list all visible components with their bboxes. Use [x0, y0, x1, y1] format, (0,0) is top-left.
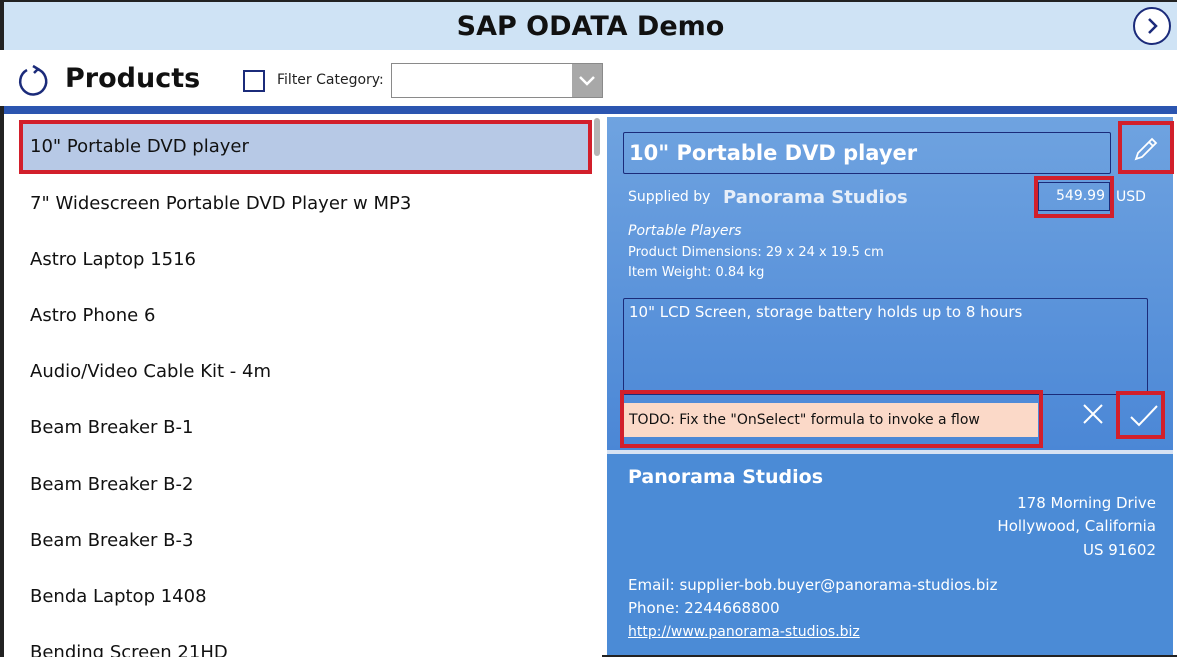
- chevron-right-icon: [1148, 18, 1158, 34]
- supplier-address-line1: 178 Morning Drive: [1017, 494, 1156, 512]
- list-item[interactable]: Astro Phone 6: [20, 291, 590, 341]
- refresh-icon[interactable]: [16, 64, 50, 98]
- chevron-down-icon: [579, 75, 595, 86]
- price-field[interactable]: 549.99: [1038, 182, 1110, 211]
- product-detail-panel: 10" Portable DVD player Supplied by Pano…: [607, 117, 1173, 450]
- list-item[interactable]: Beam Breaker B-3: [20, 516, 590, 566]
- edit-button[interactable]: [1120, 123, 1172, 174]
- supplier-name: Panorama Studios: [723, 187, 908, 208]
- list-item[interactable]: Astro Laptop 1516: [20, 235, 590, 285]
- app-title: SAP ODATA Demo: [456, 11, 725, 42]
- product-dimensions: Product Dimensions: 29 x 24 x 19.5 cm: [628, 245, 884, 260]
- list-item[interactable]: Beam Breaker B-2: [20, 460, 590, 510]
- page-title: Products: [65, 63, 201, 94]
- list-item[interactable]: Audio/Video Cable Kit - 4m: [20, 347, 590, 397]
- save-button[interactable]: [1120, 393, 1168, 439]
- list-item[interactable]: Bending Screen 21HD: [20, 628, 590, 657]
- checkmark-icon: [1130, 405, 1158, 427]
- product-description-field[interactable]: 10" LCD Screen, storage battery holds up…: [623, 298, 1148, 395]
- list-scrollbar[interactable]: [594, 118, 600, 156]
- supplied-by-label: Supplied by: [628, 189, 711, 205]
- currency-label: USD: [1116, 189, 1146, 205]
- product-list: 10" Portable DVD player 7" Widescreen Po…: [4, 114, 602, 657]
- product-category: Portable Players: [628, 223, 742, 239]
- list-item[interactable]: 7" Widescreen Portable DVD Player w MP3: [20, 179, 590, 229]
- supplier-address-line3: US 91602: [1083, 541, 1156, 559]
- product-weight: Item Weight: 0.84 kg: [628, 265, 765, 280]
- list-item[interactable]: Beam Breaker B-1: [20, 403, 590, 453]
- list-item[interactable]: Benda Laptop 1408: [20, 572, 590, 622]
- supplier-website-link[interactable]: http://www.panorama-studios.biz: [628, 624, 860, 640]
- next-screen-button[interactable]: [1133, 7, 1171, 45]
- app-header: SAP ODATA Demo: [0, 0, 1177, 50]
- supplier-card: Panorama Studios 178 Morning Drive Holly…: [607, 454, 1173, 655]
- product-name-field[interactable]: 10" Portable DVD player: [623, 132, 1111, 174]
- header-divider: [4, 106, 1177, 114]
- cancel-button[interactable]: [1077, 398, 1109, 430]
- todo-note: TODO: Fix the "OnSelect" formula to invo…: [624, 403, 1038, 437]
- supplier-phone: Phone: 2244668800: [628, 599, 780, 617]
- filter-category-label: Filter Category:: [277, 72, 384, 88]
- supplier-address-line2: Hollywood, California: [997, 517, 1156, 535]
- supplier-card-title: Panorama Studios: [628, 466, 824, 488]
- supplier-email: Email: supplier-bob.buyer@panorama-studi…: [628, 576, 998, 594]
- filter-category-dropdown[interactable]: [391, 63, 603, 98]
- list-item[interactable]: 10" Portable DVD player: [20, 122, 590, 172]
- filter-category-checkbox[interactable]: [243, 70, 265, 92]
- dropdown-arrow[interactable]: [572, 64, 602, 97]
- close-icon: [1083, 404, 1103, 424]
- pencil-icon: [1134, 137, 1158, 160]
